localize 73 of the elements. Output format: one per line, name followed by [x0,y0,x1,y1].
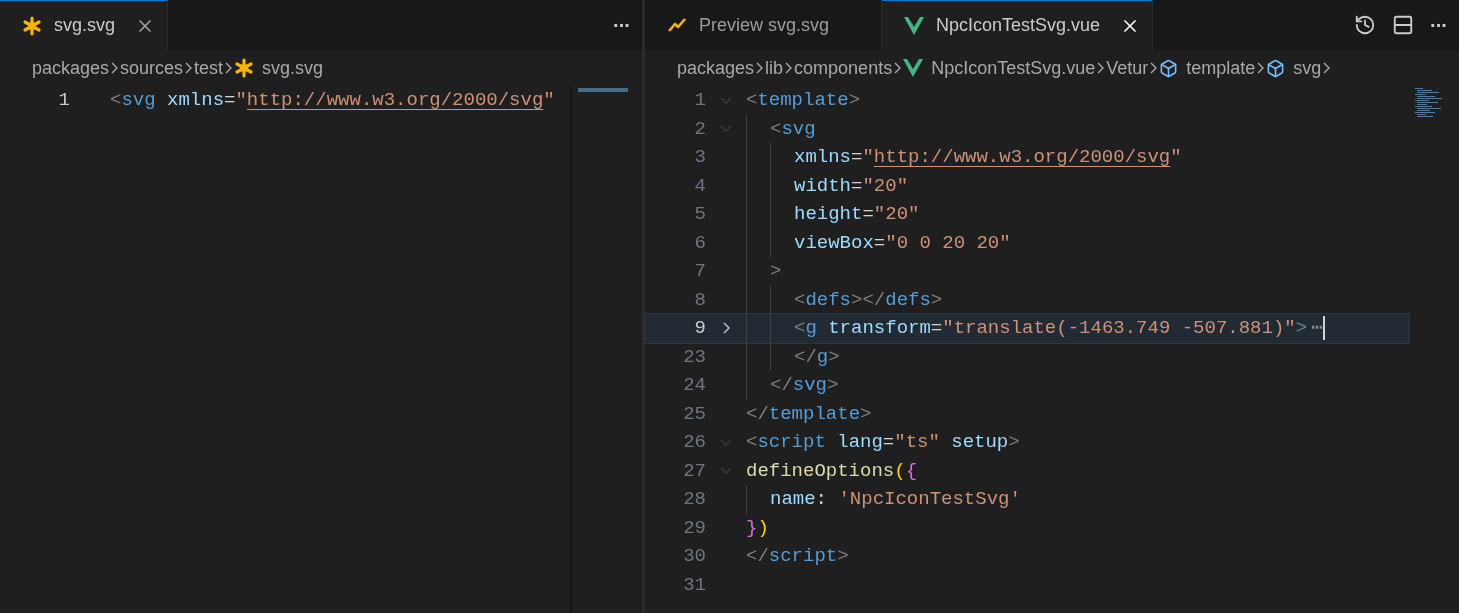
breadcrumb-item[interactable]: template [1159,54,1256,82]
code-line: name: 'NpcIconTestSvg' [770,487,1021,512]
line-number: 2 [693,116,706,142]
code-line: xmlns="http://www.w3.org/2000/svg" [794,145,1182,170]
line-number: 8 [693,287,706,313]
chevron-right-icon [185,62,193,74]
chevron-right-icon [111,62,119,74]
code-line: </template> [746,401,872,427]
code-line: viewBox="0 0 20 20" [794,230,1011,256]
v-logo-icon [904,16,925,35]
chevron-right-icon [1257,62,1265,74]
code-line: > [770,259,782,284]
code-line: <script lang="ts" setup> [746,430,1020,455]
breadcrumb-item[interactable]: svg.svg [234,54,324,82]
line-number: 9 [693,316,706,341]
code-line: <svg [770,116,816,142]
chevron-right-icon [1323,62,1331,74]
line-number: 25 [682,401,706,427]
chevron-right-icon [756,62,764,74]
code-line: <svg xmlns="http://www.w3.org/2000/svg" [110,88,555,113]
cube-icon [1159,58,1179,78]
chevron-right-icon [1097,62,1105,74]
code-line: </svg> [770,373,839,398]
asterisk-icon [22,15,42,36]
line-number: 29 [682,515,706,541]
code-line: }) [746,515,769,541]
code-line: width="20" [794,173,909,199]
code-line: <g transform="translate(-1463.749 -507.881)"> ⋯ [794,316,1323,341]
line-number: 23 [682,344,706,370]
line-number: 31 [682,572,706,598]
line-number: 27 [682,458,706,484]
more-actions-button[interactable]: ··· [1430,10,1447,40]
breadcrumb-item[interactable]: components [794,54,893,82]
minimap-drawing [1415,88,1445,117]
line-number: 1 [57,88,70,113]
more-actions-button[interactable]: ··· [613,10,630,40]
code-line: </g> [794,344,840,370]
line-number: 3 [693,145,706,170]
chevron-right-icon [894,62,902,74]
line-number: 28 [682,487,706,512]
history-icon[interactable] [1354,14,1376,36]
code-line: <template> [746,88,861,113]
editor-tab[interactable]: svg.svg [0,0,169,50]
line-number: 6 [693,230,706,256]
breadcrumb-item[interactable]: Vetur [1106,54,1149,82]
breadcrumb-item[interactable]: svg [1266,54,1322,82]
minimap-drawing [578,88,628,92]
breadcrumb-item[interactable]: packages [677,54,755,82]
chevron-right-icon [225,62,233,74]
line-number: 7 [693,259,706,284]
cube-icon [1266,58,1286,78]
line-number: 26 [682,430,706,455]
code-line: <defs></defs> [794,287,943,313]
asterisk-icon [234,58,255,78]
breadcrumb-item[interactable]: sources [120,54,184,82]
code-line: </script> [746,544,849,569]
code-line: height="20" [794,202,920,227]
editor-tab[interactable]: NpcIconTestSvg.vue [882,0,1154,50]
breadcrumb-item[interactable]: NpcIconTestSvg.vue [903,54,1096,82]
breadcrumb-item[interactable]: lib [765,54,784,82]
split-layout-icon[interactable] [1392,14,1414,36]
text-cursor [1322,316,1325,341]
chevron-right-icon [1150,62,1158,74]
breadcrumb-item[interactable]: test [194,54,224,82]
line-number: 30 [682,544,706,569]
line-number: 4 [693,173,706,199]
line-number: 24 [682,373,706,398]
line-number: 5 [693,202,706,227]
chevron-right-icon [785,62,793,74]
line-number: 1 [693,88,706,113]
breadcrumb-item[interactable]: packages [32,54,110,82]
code-line: defineOptions({ [746,458,918,484]
v-logo-icon [903,59,924,77]
